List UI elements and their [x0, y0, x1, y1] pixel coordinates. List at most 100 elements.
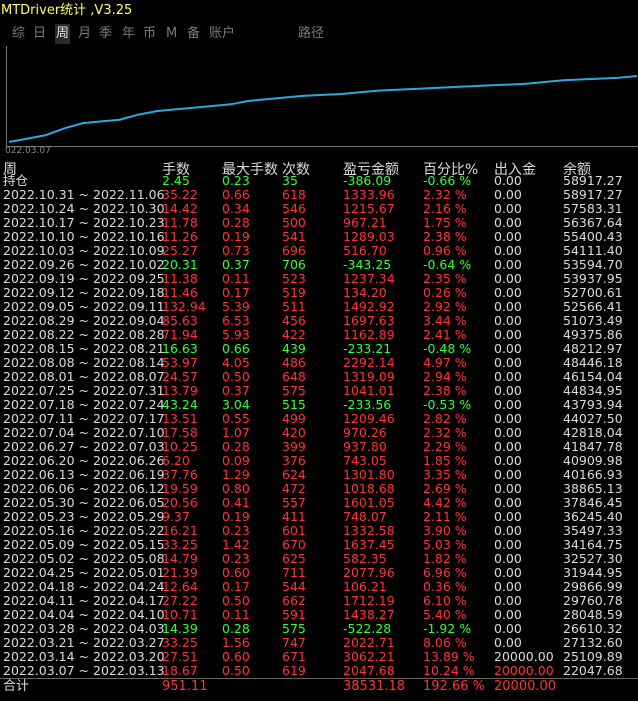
cell-profit: 1492.92	[343, 299, 395, 314]
cell-max: 0.73	[222, 243, 250, 258]
cell-balance: 44834.95	[563, 383, 623, 398]
table-row: 2022.08.29 ~ 2022.09.04 85.63 6.53 456 1697.…	[0, 314, 638, 328]
cell-count: 696	[282, 243, 306, 258]
cell-max: 0.50	[222, 593, 250, 608]
cell-balance: 41847.78	[563, 439, 623, 454]
cell-period: 2022.06.20 ~ 2022.06.26	[3, 453, 165, 468]
cell-pct: -1.92 %	[423, 621, 472, 636]
cell-inout: 0.00	[494, 411, 522, 426]
cell-inout: 0.00	[494, 621, 522, 636]
cell-count: 499	[282, 411, 306, 426]
app-title: MTDriver统计 ,V3.25	[0, 0, 638, 22]
cell-count: 747	[282, 635, 306, 650]
cell-count: 420	[282, 425, 306, 440]
cell-lots: 10.71	[162, 607, 198, 622]
cell-max: 0.11	[222, 271, 250, 286]
cell-count: 575	[282, 383, 306, 398]
table-row: 2022.08.01 ~ 2022.08.07 24.57 0.50 648 1319.…	[0, 370, 638, 384]
cell-lots: 24.57	[162, 369, 198, 384]
cell-pct: 2.11 %	[423, 509, 467, 524]
cell-lots: 16.63	[162, 341, 198, 356]
cell-max: 0.37	[222, 257, 250, 272]
cell-inout: 0.00	[494, 397, 522, 412]
cell-pct: 6.96 %	[423, 565, 467, 580]
tab-8[interactable]: 备	[187, 24, 200, 44]
cell-period: 2022.10.17 ~ 2022.10.23	[3, 215, 165, 230]
summary-percent: 192.66 %	[423, 679, 485, 694]
cell-profit: 3062.21	[343, 649, 395, 664]
cell-max: 5.93	[222, 327, 250, 342]
cell-inout: 0.00	[494, 229, 522, 244]
cell-pct: 5.40 %	[423, 607, 467, 622]
cell-pct: -0.53 %	[423, 397, 472, 412]
table-row: 2022.05.09 ~ 2022.05.15 33.25 1.42 670 1637.…	[0, 538, 638, 552]
cell-profit: 1319.09	[343, 369, 395, 384]
cell-inout: 0.00	[494, 383, 522, 398]
table-row: 2022.08.08 ~ 2022.08.14 53.97 4.05 486 2292.…	[0, 356, 638, 370]
cell-profit: 2292.14	[343, 355, 395, 370]
tab-6[interactable]: 币	[143, 24, 156, 44]
cell-pct: 2.38 %	[423, 229, 467, 244]
cell-balance: 55400.43	[563, 229, 623, 244]
tab-4[interactable]: 季	[99, 24, 112, 44]
table-row: 2022.10.17 ~ 2022.10.23 11.78 0.28 500 967.2…	[0, 216, 638, 230]
cell-max: 0.41	[222, 495, 250, 510]
cell-balance: 42818.04	[563, 425, 623, 440]
cell-inout: 0.00	[494, 537, 522, 552]
table-row: 2022.04.25 ~ 2022.05.01 21.39 0.60 711 2077.…	[0, 566, 638, 580]
cell-period: 2022.09.05 ~ 2022.09.11	[3, 299, 165, 314]
cell-pct: 2.32 %	[423, 425, 467, 440]
cell-inout: 0.00	[494, 285, 522, 300]
tab-2[interactable]: 周	[55, 24, 71, 44]
tab-0[interactable]: 综	[12, 24, 25, 44]
tab-9[interactable]: 账户	[209, 24, 235, 44]
tab-3[interactable]: 月	[78, 24, 91, 44]
cell-count: 411	[282, 509, 306, 524]
cell-pct: 2.29 %	[423, 439, 467, 454]
cell-count: 619	[282, 663, 306, 678]
cell-inout: 0.00	[494, 243, 522, 258]
cell-period: 2022.04.04 ~ 2022.04.10	[3, 607, 165, 622]
cell-lots: 43.24	[162, 397, 198, 412]
tab-7[interactable]: M	[166, 24, 177, 44]
balance-chart-svg	[8, 75, 638, 143]
cell-count: 546	[282, 201, 306, 216]
table-row: 2022.06.20 ~ 2022.06.26 6.20 0.09 376 743.05…	[0, 454, 638, 468]
cell-pct: 1.75 %	[423, 215, 467, 230]
tab-10[interactable]: 路径	[298, 24, 324, 44]
cell-max: 0.60	[222, 649, 250, 664]
table-row: 2022.06.27 ~ 2022.07.03 10.25 0.28 399 937.8…	[0, 440, 638, 454]
cell-count: 591	[282, 607, 306, 622]
cell-inout: 0.00	[494, 453, 522, 468]
cell-pct: 10.24 %	[423, 663, 475, 678]
tab-5[interactable]: 年	[122, 24, 135, 44]
cell-lots: 14.79	[162, 551, 198, 566]
cell-period: 2022.07.04 ~ 2022.07.10	[3, 425, 165, 440]
cell-pct: 2.41 %	[423, 327, 467, 342]
cell-period: 2022.09.19 ~ 2022.09.25	[3, 271, 165, 286]
table-row: 2022.05.16 ~ 2022.05.22 16.21 0.23 601 1332.…	[0, 524, 638, 538]
cell-pct: 2.38 %	[423, 383, 467, 398]
cell-inout: 0.00	[494, 215, 522, 230]
cell-profit: 134.20	[343, 285, 387, 300]
cell-period: 2022.08.29 ~ 2022.09.04	[3, 313, 165, 328]
stats-table: 持仓 2.45 0.23 35 -386.09 -0.66 % 0.00 58917.27 20…	[0, 174, 638, 678]
cell-balance: 40166.93	[563, 467, 623, 482]
table-row: 2022.09.12 ~ 2022.09.18 11.46 0.17 519 134.2…	[0, 286, 638, 300]
cell-inout: 0.00	[494, 299, 522, 314]
cell-profit: 1697.63	[343, 313, 395, 328]
table-row: 2022.03.07 ~ 2022.03.13 18.67 0.50 619 2047.…	[0, 664, 638, 678]
cell-pct: 5.03 %	[423, 537, 467, 552]
cell-count: 523	[282, 271, 306, 286]
cell-pct: -0.64 %	[423, 257, 472, 272]
cell-count: 472	[282, 481, 306, 496]
cell-profit: 1041.01	[343, 383, 395, 398]
cell-lots: 27.51	[162, 649, 198, 664]
cell-balance: 58917.27	[563, 187, 623, 202]
cell-inout: 0.00	[494, 173, 522, 188]
cell-profit: 967.21	[343, 215, 387, 230]
cell-count: 706	[282, 257, 306, 272]
tab-1[interactable]: 日	[33, 24, 46, 44]
cell-pct: 4.42 %	[423, 495, 467, 510]
cell-lots: 2.45	[162, 173, 190, 188]
